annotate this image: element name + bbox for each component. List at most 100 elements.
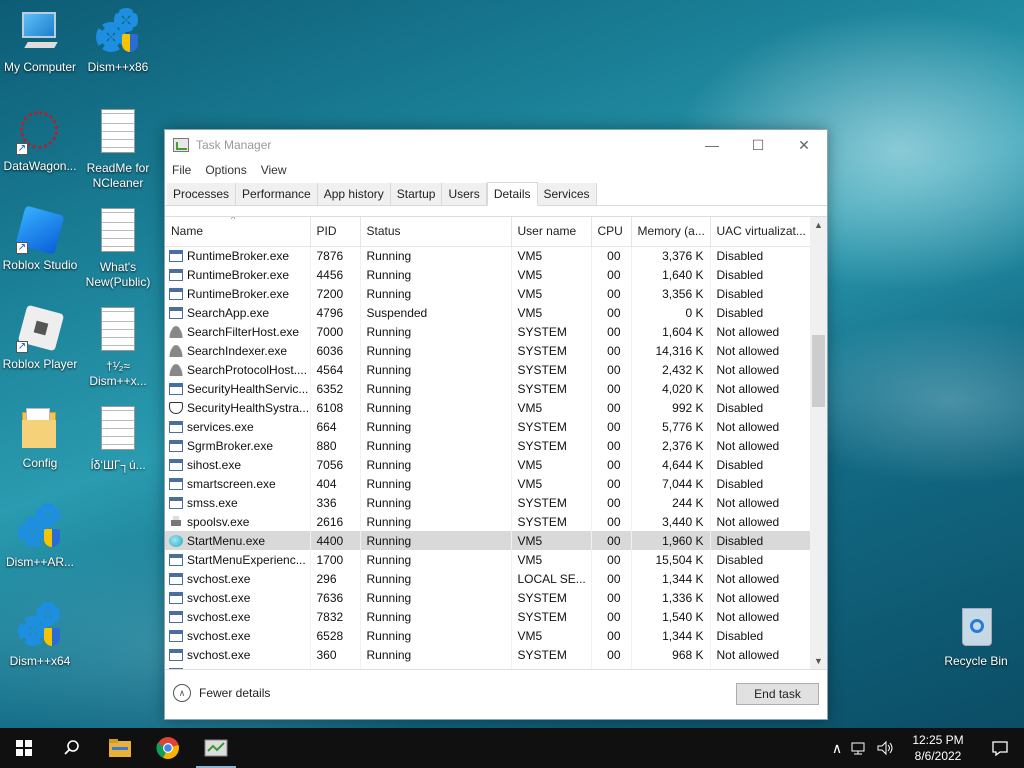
details-table-area: ^ Name PID Status User name CPU Memory (a… xyxy=(165,216,827,669)
table-row[interactable]: SecurityHealthServic... 6352 Running SYSTEM… xyxy=(165,379,812,398)
table-row[interactable]: SearchFilterHost.exe 7000 Running SYSTEM 00 1… xyxy=(165,322,812,341)
process-app-icon xyxy=(169,496,183,509)
recycle-bin-icon xyxy=(952,602,1000,650)
column-header-uac[interactable]: UAC virtualizat... xyxy=(710,217,812,247)
maximize-button[interactable]: ☐ xyxy=(735,130,781,160)
cell-uac: Disabled xyxy=(710,303,812,322)
column-header-user-name[interactable]: User name xyxy=(511,217,592,247)
menu-options[interactable]: Options xyxy=(205,163,246,177)
desktop-icon[interactable]: Config xyxy=(0,404,80,471)
cell-uac: Not allowed xyxy=(710,322,812,341)
desktop-icon[interactable]: ↗ Roblox Player xyxy=(0,304,80,372)
cell-memory: 4,644 K xyxy=(631,455,711,474)
show-hidden-icons-icon[interactable]: ∧ xyxy=(826,740,848,757)
table-row[interactable]: svchost.exe 7832 Running SYSTEM 00 1,540 K Not… xyxy=(165,607,812,626)
table-row[interactable]: StartMenu.exe 4400 Running VM5 00 1,960 K Disa… xyxy=(165,531,812,550)
table-row[interactable]: svchost.exe 6528 Running VM5 00 1,344 K Disabl… xyxy=(165,626,812,645)
table-row[interactable]: RuntimeBroker.exe 7200 Running VM5 00 3,356 K… xyxy=(165,284,812,303)
cell-user-name: VM5 xyxy=(511,626,592,645)
vertical-scrollbar[interactable]: ▲ ▼ xyxy=(810,217,827,669)
close-button[interactable]: ✕ xyxy=(781,130,827,160)
table-row[interactable]: SearchProtocolHost.... 4564 Running SYSTEM 0… xyxy=(165,360,812,379)
title-bar[interactable]: Task Manager — ☐ ✕ xyxy=(165,130,827,160)
column-header-status[interactable]: Status xyxy=(360,217,512,247)
file-explorer-button[interactable] xyxy=(96,728,144,768)
document-icon xyxy=(94,208,142,256)
table-row[interactable]: StartMenuExperienc... 1700 Running VM5 00 15,… xyxy=(165,550,812,569)
desktop-icon[interactable]: Dism++AR... xyxy=(0,503,80,570)
scroll-up-icon[interactable]: ▲ xyxy=(810,217,827,234)
table-row[interactable]: RuntimeBroker.exe 7876 Running VM5 00 3,376 K… xyxy=(165,246,812,265)
tab-processes[interactable]: Processes xyxy=(167,183,237,205)
cell-user-name: SYSTEM xyxy=(511,360,592,379)
search-button[interactable] xyxy=(48,728,96,768)
network-icon[interactable] xyxy=(850,740,870,756)
notifications-button[interactable] xyxy=(976,740,1024,756)
chrome-button[interactable] xyxy=(144,728,192,768)
cell-memory: 1,540 K xyxy=(631,607,711,626)
tab-startup[interactable]: Startup xyxy=(390,183,443,205)
tab-details[interactable]: Details xyxy=(486,182,538,206)
desktop-icon[interactable]: What's New(Public) xyxy=(78,206,158,290)
cell-pid: 1700 xyxy=(310,550,361,569)
desktop-icon[interactable]: ReadMe for NCleaner xyxy=(78,107,158,191)
scrollbar-thumb[interactable] xyxy=(812,335,825,407)
task-manager-taskbar-button[interactable] xyxy=(192,728,240,768)
desktop-icon[interactable]: My Computer xyxy=(0,8,80,75)
table-row[interactable]: RuntimeBroker.exe 4456 Running VM5 00 1,640 K… xyxy=(165,265,812,284)
cell-memory: 7,044 K xyxy=(631,474,711,493)
desktop-icon-label: My Computer xyxy=(3,60,77,74)
table-row[interactable]: SearchApp.exe 4796 Suspended VM5 00 0 K Disabl… xyxy=(165,303,812,322)
cell-name: RuntimeBroker.exe xyxy=(165,284,311,303)
table-row[interactable]: SecurityHealthSystra... 6108 Running VM5 00 9… xyxy=(165,398,812,417)
cell-memory: 15,504 K xyxy=(631,550,711,569)
table-row[interactable]: smartscreen.exe 404 Running VM5 00 7,044 K Dis… xyxy=(165,474,812,493)
desktop-icon[interactable]: Íδ‘ШГ┐ú... xyxy=(78,404,158,473)
column-header-memory[interactable]: Memory (a... xyxy=(631,217,711,247)
task-manager-app-icon xyxy=(173,138,189,152)
end-task-button[interactable]: End task xyxy=(736,683,819,705)
desktop-icon[interactable]: ↗ Roblox Studio xyxy=(0,205,80,273)
process-person-icon xyxy=(169,344,183,357)
desktop-icon[interactable]: ↗ DataWagon... xyxy=(0,107,80,174)
column-header-pid[interactable]: PID xyxy=(310,217,361,247)
scroll-down-icon[interactable]: ▼ xyxy=(810,653,827,669)
table-row[interactable]: SearchIndexer.exe 6036 Running SYSTEM 00 14,3… xyxy=(165,341,812,360)
desktop-icon[interactable]: Dism++x64 xyxy=(0,602,80,669)
cell-pid: 6108 xyxy=(310,398,361,417)
desktop-icon[interactable]: †¹⁄₂≈ Dism++x... xyxy=(78,305,158,389)
tab-performance[interactable]: Performance xyxy=(236,183,318,205)
table-row[interactable]: spoolsv.exe 2616 Running SYSTEM 00 3,440 K Not… xyxy=(165,512,812,531)
fewer-details-button[interactable]: ∧ Fewer details xyxy=(173,684,270,702)
cell-user-name: SYSTEM xyxy=(511,607,592,626)
window-title: Task Manager xyxy=(196,138,272,152)
table-row[interactable]: svchost.exe 360 Running SYSTEM 00 968 K Not al… xyxy=(165,645,812,664)
cell-pid: 404 xyxy=(310,474,361,493)
taskbar-clock[interactable]: 12:25 PM 8/6/2022 xyxy=(900,732,976,764)
tab-app-history[interactable]: App history xyxy=(317,183,391,205)
start-button[interactable] xyxy=(0,728,48,768)
tab-users[interactable]: Users xyxy=(442,183,487,205)
desktop-icon[interactable]: Dism++x86 xyxy=(78,8,158,75)
menu-file[interactable]: File xyxy=(172,163,191,177)
cell-memory: 968 K xyxy=(631,645,711,664)
cell-pid: 6036 xyxy=(310,341,361,360)
column-header-cpu[interactable]: CPU xyxy=(591,217,632,247)
minimize-button[interactable]: — xyxy=(689,130,735,160)
table-row[interactable]: services.exe 664 Running SYSTEM 00 5,776 K Not… xyxy=(165,417,812,436)
table-row[interactable]: svchost.exe 7636 Running SYSTEM 00 1,336 K Not… xyxy=(165,588,812,607)
menu-view[interactable]: View xyxy=(261,163,287,177)
table-row[interactable]: SgrmBroker.exe 880 Running SYSTEM 00 2,376 KN… xyxy=(165,436,812,455)
table-row[interactable]: sihost.exe 7056 Running VM5 00 4,644 K Disable… xyxy=(165,455,812,474)
table-row[interactable]: smss.exe 336 Running SYSTEM 00 244 K Not allow… xyxy=(165,493,812,512)
cell-status: Running xyxy=(360,626,512,645)
cell-uac: Disabled xyxy=(710,246,812,265)
process-app-icon xyxy=(169,439,183,452)
cell-status: Running xyxy=(360,607,512,626)
desktop-icon-label: Roblox Studio xyxy=(2,258,78,272)
column-header-name[interactable]: ^ Name xyxy=(165,217,311,247)
tab-services[interactable]: Services xyxy=(537,183,597,205)
volume-icon[interactable] xyxy=(876,740,896,756)
desktop-icon[interactable]: Recycle Bin xyxy=(936,602,1016,669)
table-row[interactable]: svchost.exe 296 Running LOCAL SE... 00 1,344 … xyxy=(165,569,812,588)
